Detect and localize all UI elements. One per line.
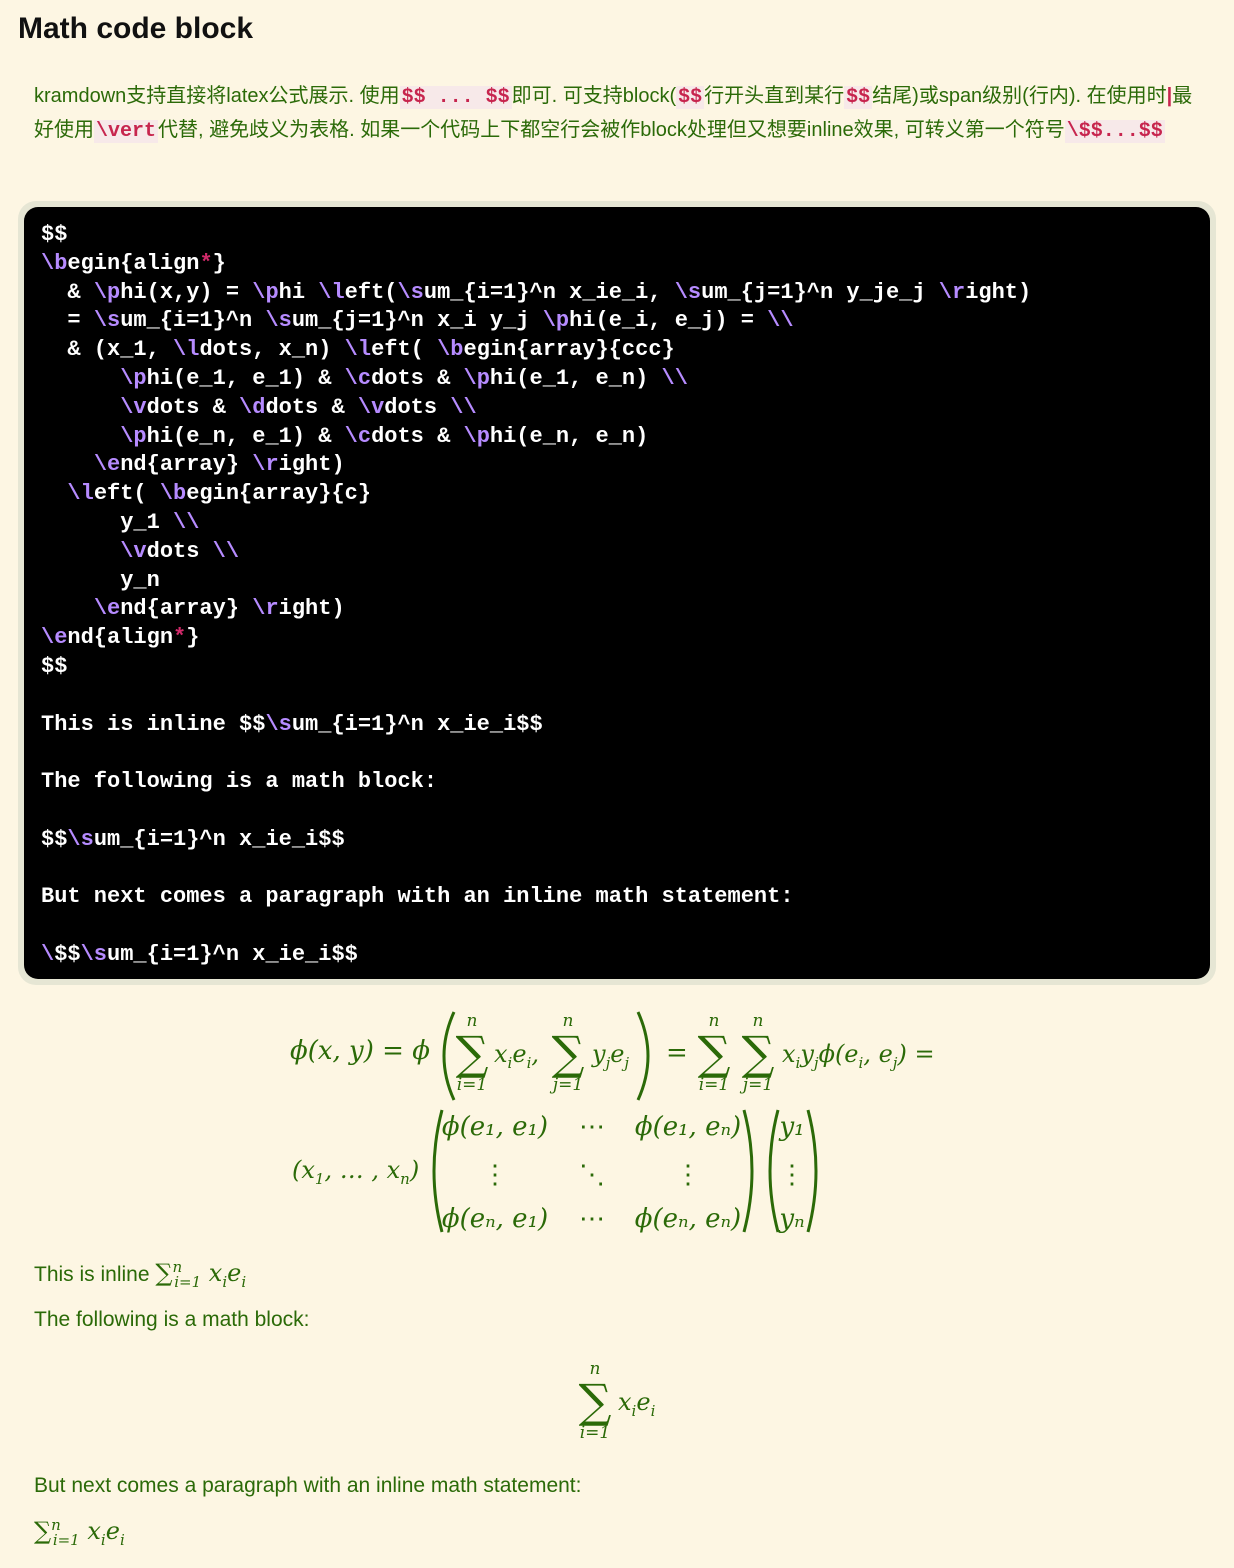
- matrix-cell: ϕ(e₁, e₁): [441, 1112, 549, 1142]
- escaped-inline-math: ∑ni=1 xiei: [34, 1516, 125, 1549]
- code-line: But next comes a paragraph with an inlin…: [41, 884, 794, 910]
- intro-text-2: 即可. 可支持block(: [511, 85, 677, 107]
- code-line: & (x_1, \ldots, x_n) \left( \begin{array…: [41, 337, 675, 363]
- code-line: \end{array} \right): [93, 596, 345, 622]
- matrix-cell: ⋯: [579, 1112, 605, 1142]
- code-line: $$: [41, 653, 68, 679]
- matrix-right-paren: [742, 1109, 754, 1233]
- code-line: \vdots \\: [120, 538, 240, 564]
- intro-text-4: 结尾)或span级别(行内). 在使用时: [872, 85, 1167, 107]
- matrix-cell: ϕ(eₙ, eₙ): [634, 1204, 742, 1234]
- term-xi-ei: xiei,: [494, 1040, 540, 1072]
- matrix-cell: ⋮: [482, 1160, 508, 1190]
- code-line: $$\sum_{i=1}^n x_ie_i$$: [41, 826, 345, 852]
- para-label: But next comes a paragraph with an inlin…: [34, 1474, 582, 1497]
- sum-i-2: n ∑ i=1: [697, 1011, 731, 1095]
- code-line: \begin{align*}: [41, 250, 226, 276]
- eq-lhs: ϕ(x, y) = ϕ: [290, 1036, 430, 1066]
- equals-1: =: [666, 1038, 688, 1068]
- block-sum: n ∑ i=1: [578, 1359, 612, 1443]
- code-line: y_n: [41, 567, 160, 593]
- right-paren: [636, 1011, 650, 1101]
- matrix-cell: ϕ(e₁, eₙ): [634, 1112, 742, 1142]
- vector-right-paren: [806, 1109, 818, 1233]
- inline-code-delim: $$ ... $$: [399, 86, 512, 109]
- intro-text-1: kramdown支持直接将latex公式展示. 使用: [34, 85, 400, 107]
- block-term: xiei: [618, 1388, 656, 1420]
- code-line: \end{align*}: [41, 625, 200, 651]
- inline-math-2: ∑ni=1 xiei: [34, 1516, 125, 1549]
- matrix-cell: ⋮: [675, 1160, 701, 1190]
- inline-code-open: $$: [676, 86, 705, 109]
- term-yj-ej: yjej: [592, 1040, 630, 1072]
- code-block-frame: $$ \begin{align*} & \phi(x,y) = \phi \lef…: [18, 201, 1216, 985]
- code-line: \vdots & \ddots & \vdots \\: [120, 394, 477, 420]
- code-line: \phi(e_1, e_1) & \cdots & \phi(e_1, e_n)…: [120, 365, 688, 391]
- intro-text-3: 行开头直到某行: [704, 85, 845, 107]
- code-block[interactable]: $$ \begin{align*} & \phi(x,y) = \phi \lef…: [24, 207, 1210, 979]
- code-line: $$: [41, 222, 68, 247]
- code-line: y_1 \\: [41, 509, 200, 535]
- matrix-cell: ⋯: [579, 1204, 605, 1234]
- code-line: \phi(e_n, e_1) & \cdots & \phi(e_n, e_n): [120, 423, 649, 449]
- code-line: \end{array} \right): [93, 452, 345, 478]
- row2-lhs: (x1, … , xn): [292, 1156, 420, 1188]
- code-line: The following is a math block:: [41, 769, 438, 795]
- term-tail: xiyjϕ(ei, ej) =: [782, 1040, 935, 1072]
- block-label: The following is a math block:: [34, 1308, 310, 1331]
- sum-j-2: n ∑ j=1: [741, 1011, 775, 1095]
- code-line: = \sum_{i=1}^n \sum_{j=1}^n x_i y_j \phi…: [41, 308, 794, 334]
- inline-code-vert: \vert: [94, 120, 159, 143]
- inline-math-paragraph: This is inline ∑ni=1 xiei: [34, 1258, 246, 1291]
- code-line: & \phi(x,y) = \phi \left(\sum_{i=1}^n x_…: [41, 279, 1032, 305]
- sum-i: n ∑ i=1: [455, 1011, 489, 1095]
- matrix-cell: ϕ(eₙ, e₁): [441, 1204, 549, 1234]
- intro-text-6: 代替, 避免歧义为表格. 如果一个代码上下都空行会被作block处理但又想要in…: [158, 119, 1065, 141]
- inline-label: This is inline: [34, 1263, 150, 1286]
- sum-j: n ∑ j=1: [551, 1011, 585, 1095]
- code-line: \left( \begin{array}{c}: [67, 481, 372, 507]
- code-line: \$$\sum_{i=1}^n x_ie_i$$: [41, 941, 358, 967]
- inline-code-close: $$: [844, 86, 873, 109]
- inline-code-escape: \$$...$$: [1064, 120, 1165, 143]
- page-title: Math code block: [18, 12, 254, 45]
- inline-math: ∑ni=1 xiei: [155, 1258, 247, 1291]
- intro-paragraph: kramdown支持直接将latex公式展示. 使用 $$ ... $$ 即可. 可…: [34, 80, 1204, 148]
- code-line: This is inline $$\sum_{i=1}^n x_ie_i$$: [41, 711, 543, 737]
- matrix-cell: ⋱: [579, 1160, 605, 1190]
